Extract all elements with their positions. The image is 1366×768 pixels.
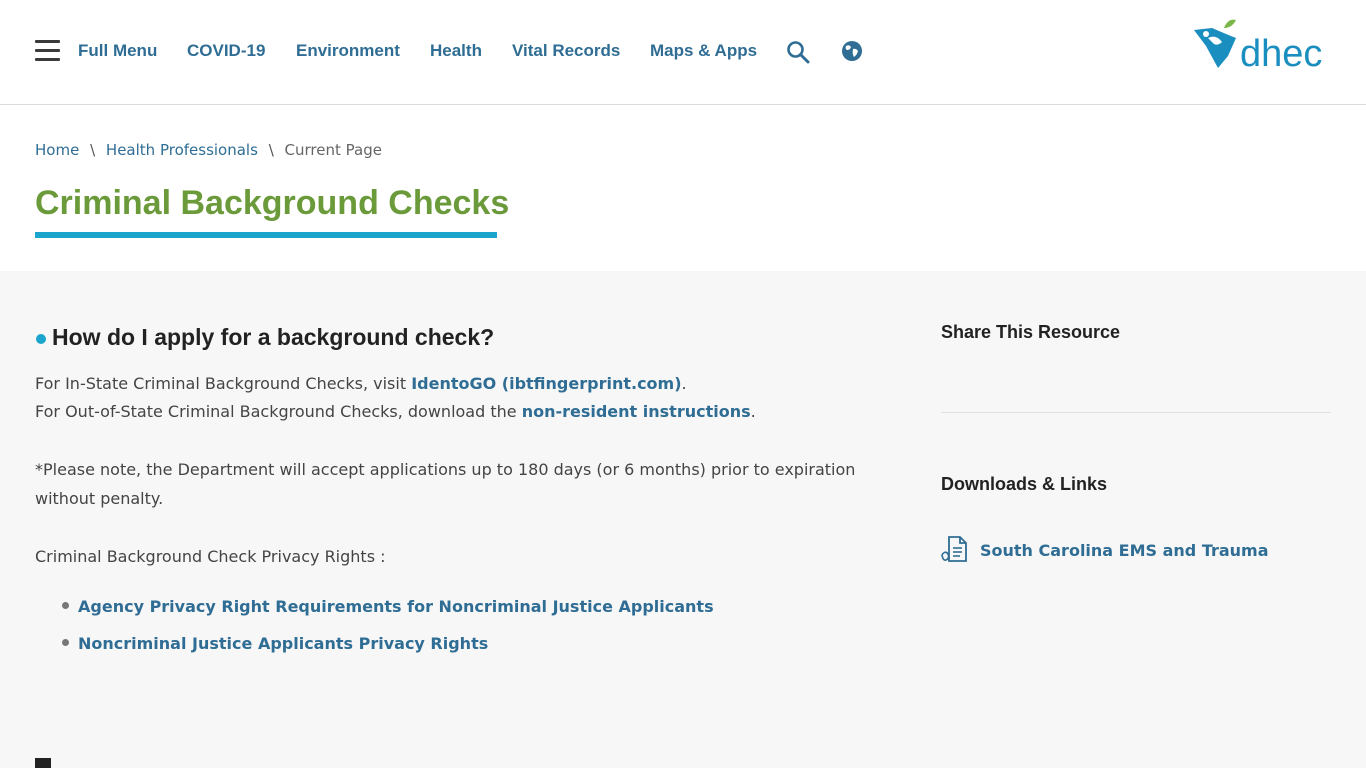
search-icon[interactable] xyxy=(786,40,810,69)
hamburger-menu-icon[interactable] xyxy=(35,40,60,62)
breadcrumb: Home \ Health Professionals \ Current Pa… xyxy=(35,141,382,159)
note-line-1: *Please note, the Department will accept… xyxy=(35,460,856,479)
nav-health[interactable]: Health xyxy=(430,41,482,61)
heading-bullet-icon xyxy=(36,334,46,344)
list-item: Noncriminal Justice Applicants Privacy R… xyxy=(62,634,488,653)
agency-privacy-link[interactable]: Agency Privacy Right Requirements for No… xyxy=(78,597,714,616)
nav-maps-apps[interactable]: Maps & Apps xyxy=(650,41,757,61)
in-state-text: For In-State Criminal Background Checks,… xyxy=(35,374,412,393)
breadcrumb-health-professionals[interactable]: Health Professionals xyxy=(106,141,258,159)
out-of-state-paragraph: For Out-of-State Criminal Background Che… xyxy=(35,398,756,426)
site-header: Full Menu COVID-19 Environment Health Vi… xyxy=(0,0,1366,105)
nav-full-menu[interactable]: Full Menu xyxy=(78,41,157,61)
svg-text:dhec: dhec xyxy=(1240,33,1322,72)
section-heading: How do I apply for a background check? xyxy=(52,324,495,350)
breadcrumb-separator: \ xyxy=(90,141,96,159)
list-bullet-icon xyxy=(62,602,69,609)
nav-environment[interactable]: Environment xyxy=(296,41,400,61)
breadcrumb-current: Current Page xyxy=(284,141,382,159)
nav-covid-19[interactable]: COVID-19 xyxy=(187,41,265,61)
share-heading: Share This Resource xyxy=(941,322,1121,342)
partial-heading-cutoff xyxy=(35,758,51,768)
note-line-2: without penalty. xyxy=(35,489,164,508)
out-of-state-text: For Out-of-State Criminal Background Che… xyxy=(35,402,522,421)
breadcrumb-separator: \ xyxy=(268,141,274,159)
period: . xyxy=(750,402,756,421)
list-bullet-icon xyxy=(62,639,69,646)
in-state-paragraph: For In-State Criminal Background Checks,… xyxy=(35,370,687,398)
title-underline xyxy=(35,232,497,238)
page-title: Criminal Background Checks xyxy=(35,184,510,222)
dhec-logo[interactable]: dhec xyxy=(1192,16,1332,75)
list-item: Agency Privacy Right Requirements for No… xyxy=(62,597,714,616)
identogo-link[interactable]: IdentoGO (ibtfingerprint.com) xyxy=(411,374,681,393)
downloads-heading: Downloads & Links xyxy=(941,474,1108,494)
non-resident-instructions-link[interactable]: non-resident instructions xyxy=(522,402,751,421)
applicants-privacy-link[interactable]: Noncriminal Justice Applicants Privacy R… xyxy=(78,634,488,653)
sc-ems-trauma-link[interactable]: South Carolina EMS and Trauma xyxy=(980,541,1269,560)
breadcrumb-home[interactable]: Home xyxy=(35,141,79,159)
period: . xyxy=(681,374,687,393)
document-icon xyxy=(941,535,968,568)
sidebar-divider xyxy=(941,412,1331,413)
privacy-rights-label: Criminal Background Check Privacy Rights… xyxy=(35,547,386,566)
globe-icon[interactable] xyxy=(841,40,863,67)
nav-vital-records[interactable]: Vital Records xyxy=(512,41,620,61)
